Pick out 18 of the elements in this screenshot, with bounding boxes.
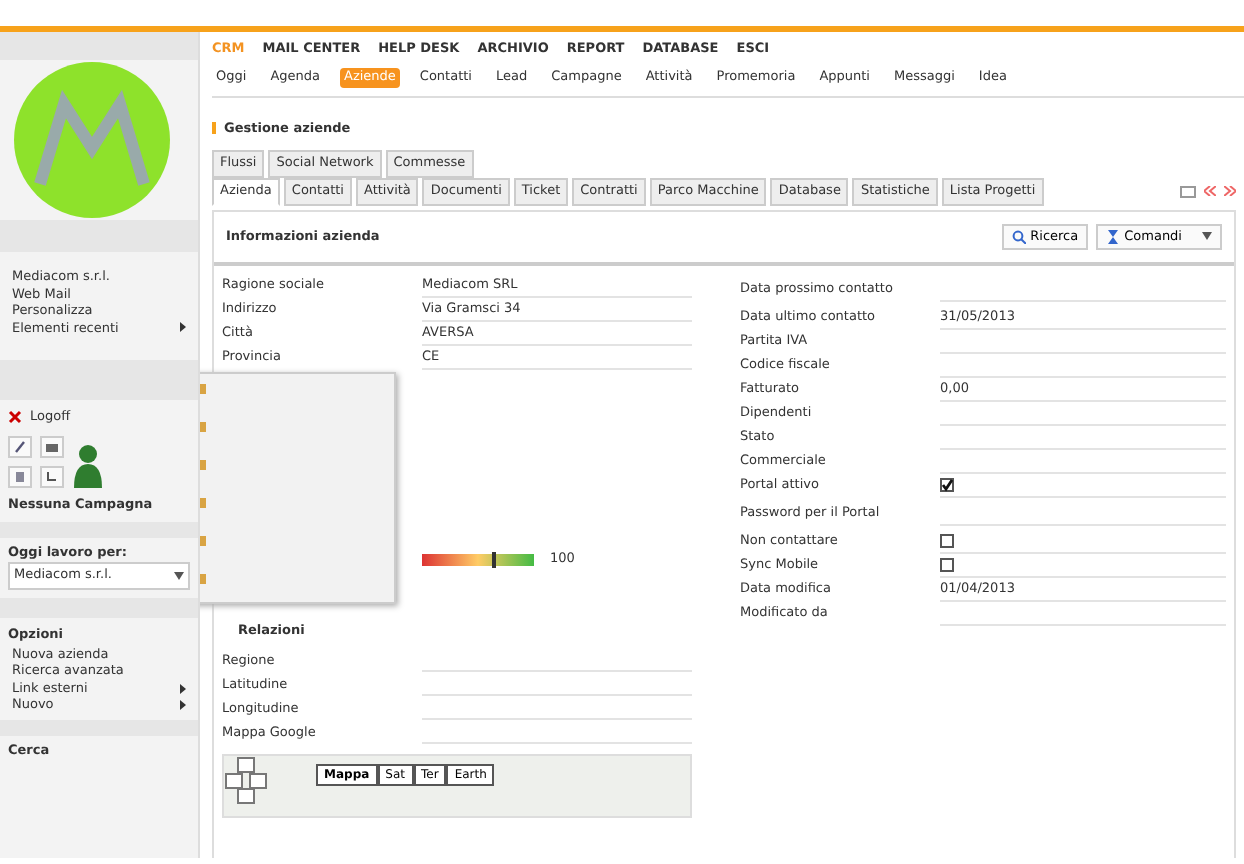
printer-icon[interactable] — [40, 435, 64, 458]
search-icon — [1012, 229, 1027, 244]
hourglass-icon — [1106, 229, 1121, 244]
cross-icon[interactable] — [8, 410, 22, 425]
back-icon[interactable] — [1204, 186, 1216, 197]
caret-icon — [1202, 232, 1212, 241]
checkbox[interactable] — [940, 558, 954, 573]
map-pan-control-icon[interactable] — [224, 755, 268, 804]
checkbox[interactable] — [940, 478, 954, 493]
user-figure-icon — [72, 443, 104, 488]
checkbox[interactable] — [940, 534, 954, 549]
forward-icon[interactable] — [1224, 186, 1236, 197]
tool-icon[interactable] — [40, 465, 64, 488]
document-icon[interactable] — [8, 465, 32, 488]
window-icon[interactable] — [1180, 185, 1196, 198]
caret-icon — [174, 572, 184, 581]
submenu-arrow-icon — [180, 322, 186, 333]
pencil-icon[interactable] — [8, 435, 32, 458]
